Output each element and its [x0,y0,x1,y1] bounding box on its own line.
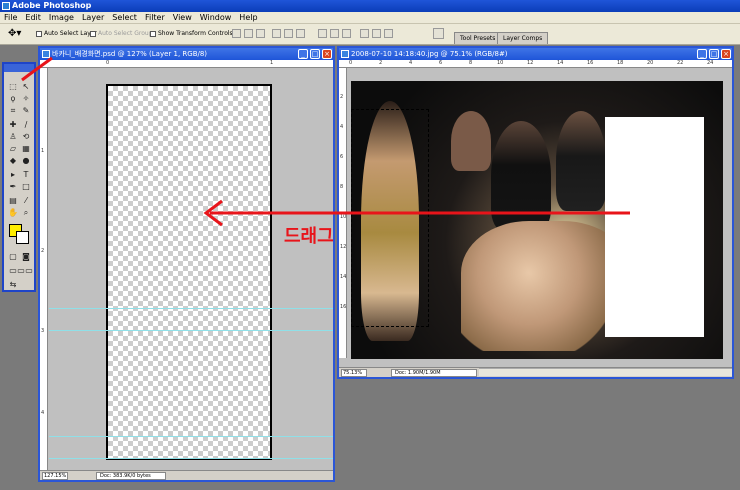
drag-annotation-label: 드래그 [284,226,334,247]
checkmark-annotation [21,56,53,82]
annotation-overlay [21,56,630,227]
